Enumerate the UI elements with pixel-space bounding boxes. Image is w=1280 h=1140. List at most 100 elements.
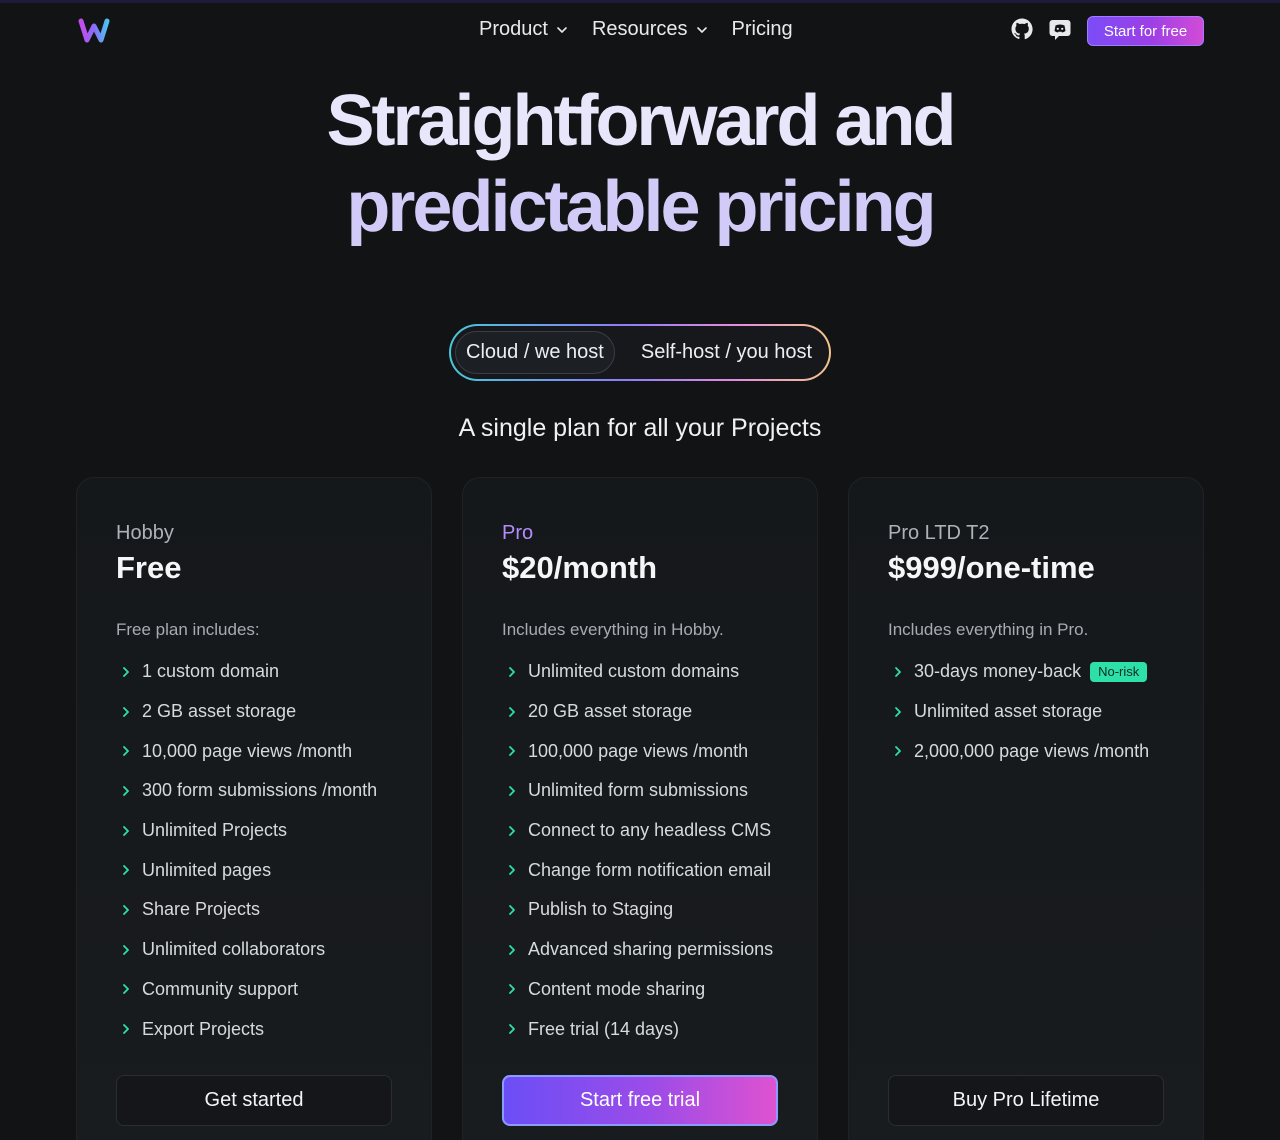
get-started-button[interactable]: Get started [116,1075,392,1126]
feature-text: 1 custom domain [142,661,280,682]
feature-item: 30-days money-back No-risk [891,652,1149,692]
chevron-right-icon [509,905,515,915]
no-risk-badge: No-risk [1090,661,1148,682]
plan-price: $999/one-time [888,550,1095,585]
chevron-right-icon [895,666,901,677]
chevron-right-icon [509,1024,515,1034]
feature-text: Content mode sharing [528,978,706,999]
start-for-free-button[interactable]: Start for free [1087,16,1204,46]
plan-card-hobby: Hobby Free Free plan includes: 1 custom … [76,477,432,1140]
feature-text: Publish to Staging [528,899,674,920]
feature-item: 100,000 page views /month [505,731,773,771]
feature-item: Unlimited asset storage [891,692,1149,732]
chevron-right-icon [123,1024,129,1034]
feature-text: Unlimited asset storage [914,701,1103,722]
feature-item: 300 form submissions /month [119,771,377,811]
feature-text: 30-days money-back [914,661,1082,682]
feature-text: Change form notification email [528,859,772,880]
feature-text: 100,000 page views /month [528,740,749,761]
toggle-selfhost-option[interactable]: Self-host / you host [631,331,822,374]
toggle-cloud-option[interactable]: Cloud / we host [455,331,615,374]
chevron-right-icon [123,944,129,955]
feature-text: Community support [142,978,299,999]
plan-description: Free plan includes: [116,620,260,639]
nav-links: Product Resources Pricing [479,18,793,41]
nav-pricing-label: Pricing [731,18,793,40]
webstudio-logo-icon[interactable] [78,16,110,44]
feature-item: 20 GB asset storage [505,692,773,732]
feature-text: Connect to any headless CMS [528,820,772,841]
feature-item: Change form notification email [505,850,773,890]
plan-description: Includes everything in Hobby. [502,620,724,639]
chevron-right-icon [123,666,129,677]
feature-text: 20 GB asset storage [528,701,693,722]
chevron-down-icon [696,26,707,33]
feature-item: 1 custom domain [119,652,377,692]
hosting-toggle: Cloud / we host Self-host / you host [449,324,831,381]
feature-text: Unlimited form submissions [528,780,749,801]
feature-text: 2 GB asset storage [142,701,297,722]
plan-name: Hobby [116,522,174,544]
chevron-down-icon [557,26,567,33]
section-subtitle: A single plan for all your Projects [458,414,822,442]
feature-list: 30-days money-back No-risk Unlimited asse… [891,652,1149,771]
plan-name: Pro LTD T2 [888,522,990,544]
feature-item: Advanced sharing permissions [505,930,773,970]
feature-item: Unlimited pages [119,850,377,890]
feature-text: Unlimited collaborators [142,939,326,960]
page-title: Straightforward and predictable pricing [0,78,1280,250]
chevron-right-icon [123,706,129,717]
plan-description: Includes everything in Pro. [888,620,1089,639]
feature-list: 1 custom domain 2 GB asset storage 10,00… [119,652,377,1049]
nav-product-label: Product [479,18,548,40]
feature-item: Export Projects [119,1009,377,1049]
chevron-right-icon [895,706,901,717]
top-navigation: Product Resources Pricing Start for free [0,0,1280,62]
feature-text: Unlimited pages [142,859,272,880]
chevron-right-icon [123,786,129,796]
feature-text: 2,000,000 page views /month [914,740,1150,761]
feature-item: Unlimited custom domains [505,652,773,692]
feature-item: Content mode sharing [505,970,773,1010]
nav-resources-label: Resources [591,18,688,40]
chevron-right-icon [123,746,129,757]
feature-item: Share Projects [119,890,377,930]
nav-product[interactable]: Product [479,18,568,41]
chevron-right-icon [123,984,129,995]
discord-icon[interactable] [1048,17,1072,41]
feature-text: 10,000 page views /month [142,740,353,761]
start-free-trial-button[interactable]: Start free trial [502,1075,778,1126]
nav-resources[interactable]: Resources [592,18,708,41]
chevron-right-icon [509,944,515,955]
nav-social-icons [1010,17,1072,41]
feature-item: 10,000 page views /month [119,731,377,771]
plan-card-pro-ltd: Pro LTD T2 $999/one-time Includes everyt… [848,477,1204,1140]
github-icon[interactable] [1010,17,1034,41]
feature-item: Unlimited Projects [119,811,377,851]
feature-text: Unlimited Projects [142,820,288,841]
chevron-right-icon [509,786,515,796]
feature-text: Export Projects [142,1018,265,1039]
feature-text: Advanced sharing permissions [528,939,774,960]
plan-price: $20/month [502,550,658,585]
chevron-right-icon [123,825,129,836]
feature-item: Publish to Staging [505,890,773,930]
chevron-right-icon [509,706,515,717]
plan-card-pro: Pro $20/month Includes everything in Hob… [462,477,818,1140]
plan-price: Free [116,550,182,585]
feature-item: Unlimited form submissions [505,771,773,811]
chevron-right-icon [509,746,515,757]
chevron-right-icon [509,984,515,995]
chevron-right-icon [509,825,515,836]
nav-pricing[interactable]: Pricing [732,18,793,41]
buy-pro-lifetime-button[interactable]: Buy Pro Lifetime [888,1075,1164,1126]
feature-text: 300 form submissions /month [142,780,378,801]
hosting-toggle-inner: Cloud / we host Self-host / you host [451,326,829,379]
chevron-right-icon [123,865,129,876]
feature-item: 2,000,000 page views /month [891,731,1149,771]
plan-name: Pro [502,522,534,544]
page-title-line2: predictable pricing [346,167,936,247]
chevron-right-icon [123,905,129,915]
feature-text: Free trial (14 days) [528,1018,680,1039]
feature-text: Unlimited custom domains [528,661,740,682]
